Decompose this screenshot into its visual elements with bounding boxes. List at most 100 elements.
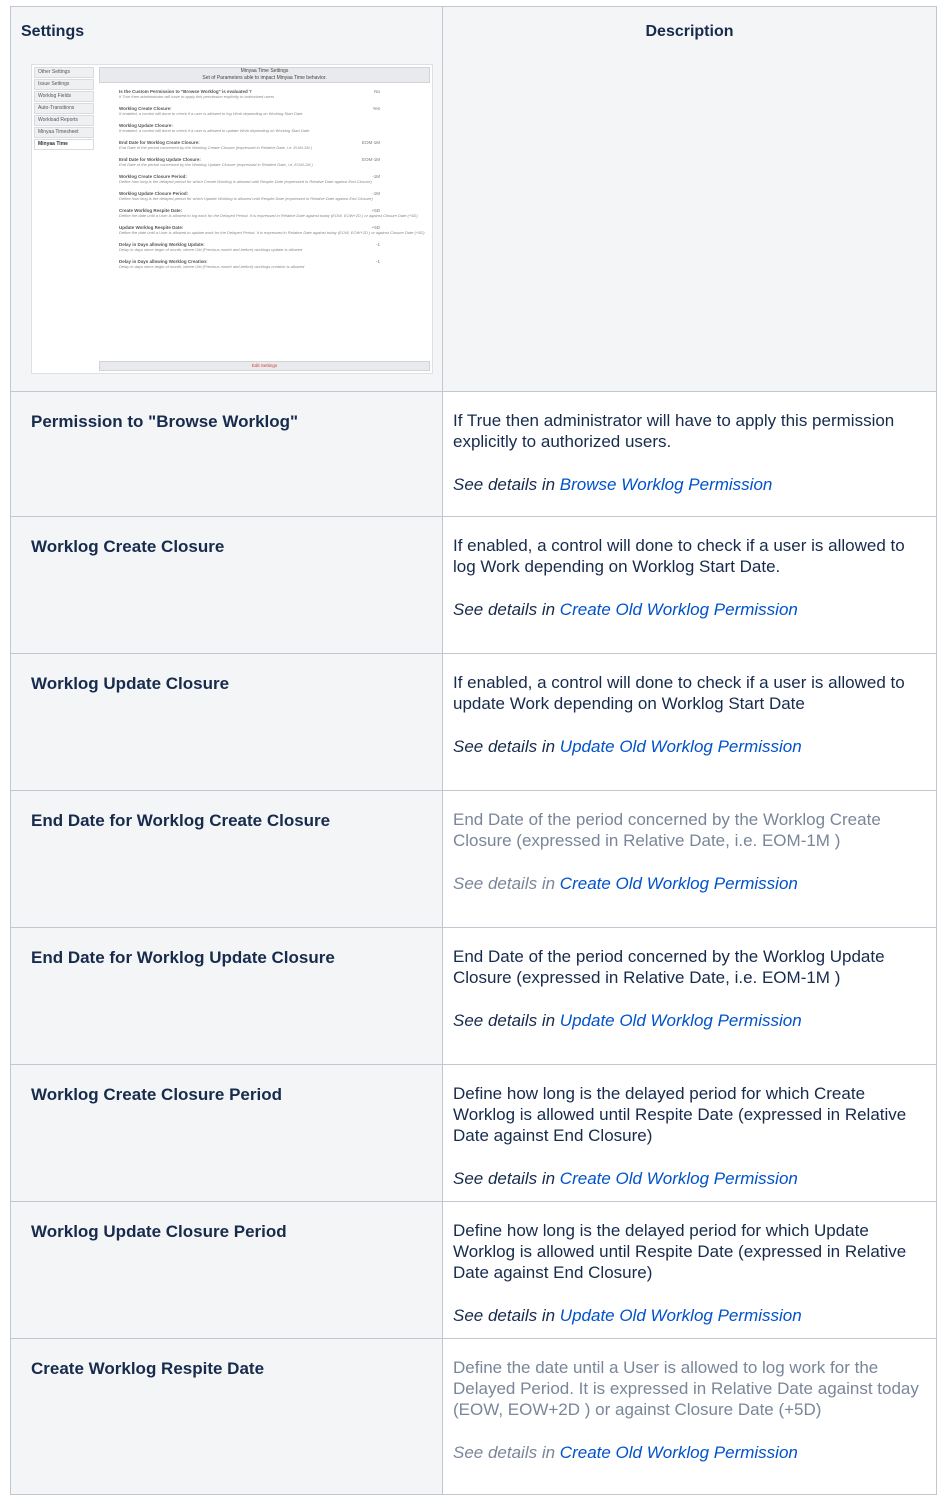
see-details-prefix: See details in (453, 600, 560, 619)
screenshot-setting-value: EOM-1M (362, 157, 380, 162)
setting-name: Worklog Update Closure Period (10, 1201, 443, 1339)
see-details-prefix: See details in (453, 1306, 560, 1325)
screenshot-setting-value: -1M (372, 191, 380, 196)
setting-description: Define how long is the delayed period fo… (453, 1221, 907, 1282)
setting-name: Create Worklog Respite Date (10, 1338, 443, 1495)
details-link[interactable]: Update Old Worklog Permission (560, 737, 802, 756)
description-header: Description (645, 23, 734, 40)
setting-row: End Date for Worklog Create Closure End D… (10, 790, 937, 928)
edit-settings-button: Edit Settings (99, 361, 430, 371)
setting-row: Worklog Update Closure If enabled, a cont… (10, 653, 937, 791)
setting-name: End Date for Worklog Update Closure (10, 927, 443, 1065)
minyaa-settings-screenshot: Other Settings Issue Settings Worklog Fiel… (31, 64, 433, 374)
details-link[interactable]: Update Old Worklog Permission (560, 1306, 802, 1325)
see-details-prefix: See details in (453, 1169, 560, 1188)
setting-description-cell: End Date of the period concerned by the … (442, 790, 937, 928)
details-link[interactable]: Create Old Worklog Permission (560, 1443, 798, 1462)
screenshot-sidebar: Other Settings Issue Settings Worklog Fiel… (34, 67, 94, 151)
screenshot-setting-row: Worklog Create Closure Period: Define how… (119, 174, 430, 185)
see-details-prefix: See details in (453, 1443, 560, 1462)
see-details-prefix: See details in (453, 1011, 560, 1030)
setting-description-cell: Define how long is the delayed period fo… (442, 1201, 937, 1339)
details-link[interactable]: Update Old Worklog Permission (560, 1011, 802, 1030)
setting-description: If enabled, a control will done to check… (453, 536, 905, 576)
details-link[interactable]: Create Old Worklog Permission (560, 600, 798, 619)
screenshot-setting-value: -1 (375, 242, 380, 247)
see-details-line: See details in Create Old Worklog Permis… (453, 1168, 928, 1189)
screenshot-setting-row: Delay in Days allowing Worklog Creation:… (119, 259, 430, 270)
setting-name: End Date for Worklog Create Closure (10, 790, 443, 928)
header-row: Settings Other Settings Issue Settings Wor… (10, 6, 937, 392)
setting-description-cell: If True then administrator will have to … (442, 391, 937, 517)
screenshot-setting-hint: If True then administrator will have to … (119, 94, 275, 99)
screenshot-setting-row: Update Worklog Respite Date: Define the d… (119, 225, 430, 236)
setting-description-cell: Define how long is the delayed period fo… (442, 1064, 937, 1202)
screenshot-title: Minyaa Time Settings (240, 68, 289, 74)
see-details-line: See details in Create Old Worklog Permis… (453, 599, 928, 620)
setting-row: Create Worklog Respite Date Define the da… (10, 1338, 937, 1495)
screenshot-subtitle: Set of Parameters able to impact Minyaa … (202, 75, 327, 81)
screenshot-setting-hint: If enabled, a control will done to check… (119, 128, 310, 133)
setting-name: Worklog Create Closure (10, 516, 443, 654)
see-details-line: See details in Update Old Worklog Permis… (453, 736, 928, 757)
setting-description: End Date of the period concerned by the … (453, 947, 885, 987)
screenshot-setting-value: -1M (372, 174, 380, 179)
screenshot-setting-hint: Define the date until a User is allowed … (119, 213, 418, 218)
see-details-prefix: See details in (453, 737, 560, 756)
screenshot-setting-row: Worklog Create Closure: If enabled, a con… (119, 106, 430, 117)
setting-description: Define the date until a User is allowed … (453, 1358, 919, 1419)
see-details-prefix: See details in (453, 475, 560, 494)
screenshot-sidebar-item: Auto-Transitions (34, 103, 94, 114)
see-details-line: See details in Create Old Worklog Permis… (453, 873, 928, 894)
screenshot-setting-hint: Define how long is the delayed period fo… (119, 196, 373, 201)
setting-row: Worklog Create Closure Period Define how … (10, 1064, 937, 1202)
see-details-line: See details in Create Old Worklog Permis… (453, 1442, 928, 1463)
screenshot-setting-row: End Date for Worklog Update Closure: End … (119, 157, 430, 168)
setting-description-cell: Define the date until a User is allowed … (442, 1338, 937, 1495)
screenshot-rows: Is the Custom Permission to "Browse Work… (99, 89, 430, 270)
screenshot-setting-hint: Delay in days since begin of month, wher… (119, 264, 305, 269)
details-link[interactable]: Create Old Worklog Permission (560, 1169, 798, 1188)
screenshot-setting-value: EOM-1M (362, 140, 380, 145)
details-link[interactable]: Browse Worklog Permission (560, 475, 773, 494)
screenshot-setting-row: Worklog Update Closure Period: Define how… (119, 191, 430, 202)
settings-table: Settings Other Settings Issue Settings Wor… (10, 6, 937, 1495)
screenshot-sidebar-item: Minyaa Timesheet (34, 127, 94, 138)
setting-row: Permission to "Browse Worklog" If True th… (10, 391, 937, 517)
details-link[interactable]: Create Old Worklog Permission (560, 874, 798, 893)
screenshot-setting-value: +5D (371, 208, 380, 213)
description-column: Description (442, 6, 937, 392)
screenshot-setting-value: -1 (375, 259, 380, 264)
screenshot-setting-hint: End Date of the period concerned by the … (119, 145, 312, 150)
setting-description: Define how long is the delayed period fo… (453, 1084, 907, 1145)
setting-name: Permission to "Browse Worklog" (10, 391, 443, 517)
screenshot-sidebar-item: Workload Reports (34, 115, 94, 126)
screenshot-setting-value: Yes (372, 106, 380, 111)
setting-row: End Date for Worklog Update Closure End D… (10, 927, 937, 1065)
setting-description-cell: If enabled, a control will done to check… (442, 653, 937, 791)
settings-column: Settings Other Settings Issue Settings Wor… (10, 6, 443, 392)
see-details-prefix: See details in (453, 874, 560, 893)
screenshot-setting-hint: Define the date until a User is allowed … (119, 230, 425, 235)
screenshot-setting-row: Worklog Update Closure: If enabled, a con… (119, 123, 430, 134)
screenshot-setting-hint: If enabled, a control will done to check… (119, 111, 303, 116)
screenshot-setting-hint: Define how long is the delayed period fo… (119, 179, 372, 184)
screenshot-setting-hint: Delay in days since begin of month, wher… (119, 247, 303, 252)
setting-name: Worklog Update Closure (10, 653, 443, 791)
setting-description: End Date of the period concerned by the … (453, 810, 881, 850)
setting-description-cell: If enabled, a control will done to check… (442, 516, 937, 654)
settings-header: Settings (21, 23, 85, 40)
screenshot-sidebar-item: Worklog Fields (34, 91, 94, 102)
see-details-line: See details in Update Old Worklog Permis… (453, 1305, 928, 1326)
screenshot-setting-value: No (374, 89, 380, 94)
setting-name: Worklog Create Closure Period (10, 1064, 443, 1202)
see-details-line: See details in Update Old Worklog Permis… (453, 1010, 928, 1031)
screenshot-setting-hint: End Date of the period concerned by the … (119, 162, 313, 167)
setting-description: If True then administrator will have to … (453, 411, 895, 451)
setting-row: Worklog Update Closure Period Define how … (10, 1201, 937, 1339)
screenshot-title-bar: Minyaa Time Settings Set of Parameters a… (99, 67, 430, 83)
screenshot-sidebar-item: Issue Settings (34, 79, 94, 90)
screenshot-setting-row: Delay in Days allowing Worklog Update: De… (119, 242, 430, 253)
screenshot-setting-row: Create Worklog Respite Date: Define the d… (119, 208, 430, 219)
screenshot-sidebar-item: Minyaa Time (34, 139, 94, 150)
